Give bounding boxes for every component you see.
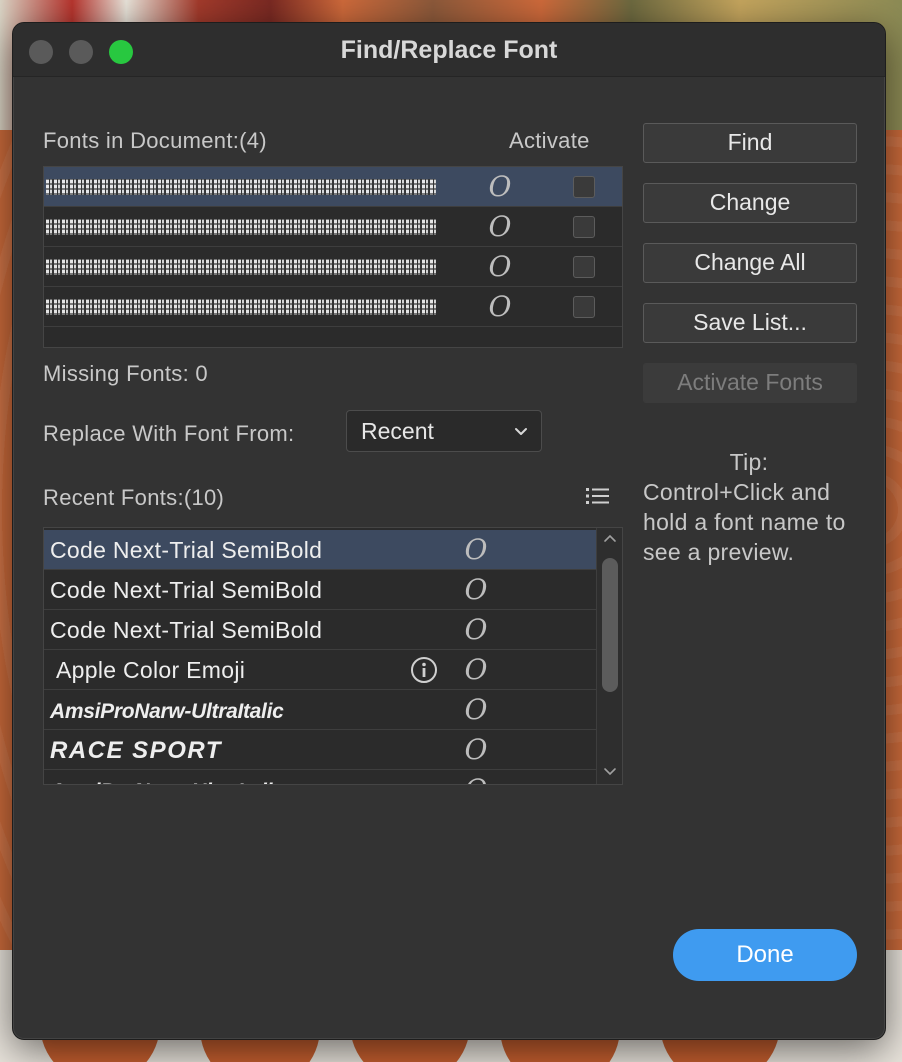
opentype-icon: O xyxy=(464,693,488,726)
opentype-icon: O xyxy=(488,250,512,283)
recent-font-name: Code Next-Trial SemiBold xyxy=(50,617,323,643)
recent-font-row[interactable]: Code Next-Trial SemiBold O xyxy=(44,570,596,610)
recent-font-row[interactable]: Code Next-Trial SemiBold O xyxy=(44,610,596,650)
change-all-button[interactable]: Change All xyxy=(643,243,857,283)
recent-fonts-scrollbar[interactable] xyxy=(596,528,622,784)
tip-text: Tip: Control+Click and hold a font name … xyxy=(643,447,863,567)
recent-font-name: Code Next-Trial SemiBold xyxy=(50,537,323,563)
fonts-in-document-label: Fonts in Document:(4) xyxy=(43,128,267,153)
info-icon[interactable] xyxy=(410,656,438,684)
recent-font-row[interactable]: RACE SPORT O xyxy=(44,730,596,770)
activate-checkbox[interactable] xyxy=(573,296,595,318)
opentype-icon: O xyxy=(464,653,488,686)
activate-fonts-button[interactable]: Activate Fonts xyxy=(643,363,857,403)
opentype-icon: O xyxy=(488,170,512,203)
recent-font-name: AmsiProNarw-UltraItalic xyxy=(50,780,284,784)
fonts-in-document-list: OOOO xyxy=(43,166,623,348)
document-font-row[interactable]: O xyxy=(44,287,622,327)
redacted-font-name xyxy=(46,299,436,315)
recent-font-row[interactable]: Apple Color Emoji O xyxy=(44,650,596,690)
recent-font-row[interactable]: AmsiProNarw-UltraItalic O xyxy=(44,690,596,730)
redacted-font-name xyxy=(46,179,436,195)
tip-heading: Tip: xyxy=(729,449,769,475)
recent-fonts-list: Code Next-Trial SemiBold O Code Next-Trial… xyxy=(43,527,623,785)
recent-font-name: Apple Color Emoji xyxy=(56,657,246,683)
recent-font-row[interactable]: AmsiProNarw-UltraItalic O xyxy=(44,770,596,785)
replace-source-value: Recent xyxy=(361,418,434,444)
chevron-up-icon[interactable] xyxy=(603,532,617,546)
recent-font-row[interactable]: Code Next-Trial SemiBold O xyxy=(44,530,596,570)
activate-column-header: Activate xyxy=(509,128,590,153)
document-font-row[interactable]: O xyxy=(44,207,622,247)
title-bar: Find/Replace Font xyxy=(13,23,885,77)
activate-checkbox[interactable] xyxy=(573,176,595,198)
recent-font-name: AmsiProNarw-UltraItalic xyxy=(50,700,284,723)
chevron-down-icon[interactable] xyxy=(603,764,617,778)
opentype-icon: O xyxy=(488,210,512,243)
change-button[interactable]: Change xyxy=(643,183,857,223)
opentype-icon: O xyxy=(464,533,488,566)
save-list-button[interactable]: Save List... xyxy=(643,303,857,343)
opentype-icon: O xyxy=(464,573,488,606)
tip-body: Control+Click and hold a font name to se… xyxy=(643,479,846,565)
activate-checkbox[interactable] xyxy=(573,256,595,278)
opentype-icon: O xyxy=(488,290,512,323)
redacted-font-name xyxy=(46,259,436,275)
document-font-row[interactable]: O xyxy=(44,167,622,207)
recent-font-name: Code Next-Trial SemiBold xyxy=(50,577,323,603)
scrollbar-thumb[interactable] xyxy=(602,558,618,692)
window-title: Find/Replace Font xyxy=(340,36,558,64)
find-replace-font-dialog: Find/Replace Font Fonts in Document:(4) … xyxy=(12,22,886,1040)
activate-checkbox[interactable] xyxy=(573,216,595,238)
opentype-icon: O xyxy=(464,613,488,646)
missing-fonts-label: Missing Fonts: 0 xyxy=(43,361,208,386)
document-font-row[interactable]: O xyxy=(44,247,622,287)
opentype-icon: O xyxy=(464,733,488,766)
recent-font-name: RACE SPORT xyxy=(50,737,222,764)
find-button[interactable]: Find xyxy=(643,123,857,163)
replace-with-label: Replace With Font From: xyxy=(43,421,295,446)
chevron-down-icon xyxy=(515,428,527,435)
redacted-font-name xyxy=(46,219,436,235)
opentype-icon: O xyxy=(464,776,488,785)
recent-fonts-label: Recent Fonts:(10) xyxy=(43,485,225,510)
replace-source-select[interactable]: Recent xyxy=(346,410,542,452)
done-button[interactable]: Done xyxy=(673,929,857,981)
list-view-icon[interactable] xyxy=(585,485,611,507)
